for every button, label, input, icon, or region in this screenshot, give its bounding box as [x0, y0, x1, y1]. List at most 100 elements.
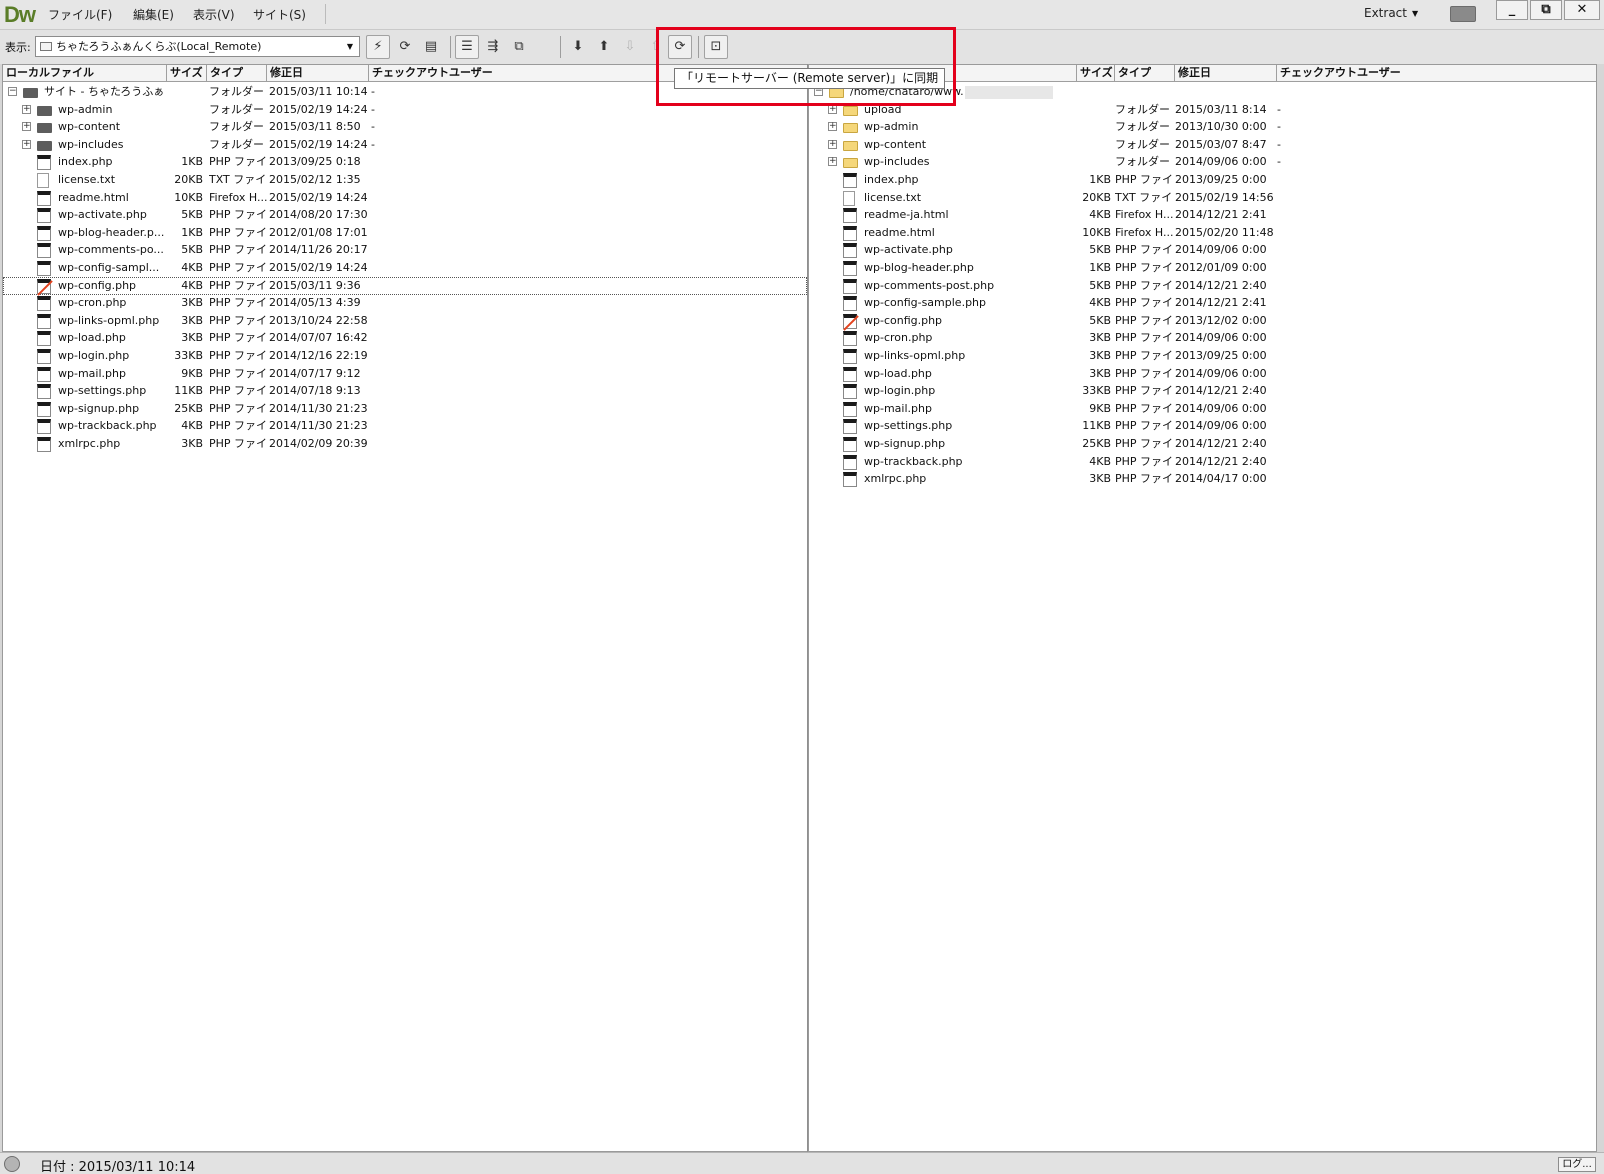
expand-icon[interactable]: + [828, 157, 837, 167]
col-local-files[interactable]: ローカルファイル [3, 65, 167, 82]
file-modified: 2014/12/21 2:40 [1175, 384, 1267, 398]
table-row[interactable]: license.txt 20KB TXT ファイ...2015/02/19 14:5… [809, 189, 1596, 207]
table-row[interactable]: wp-cron.php 3KB PHP ファイ...2014/05/13 4:39 [3, 294, 807, 312]
file-type: PHP ファイ... [209, 155, 267, 169]
file-modified: 2014/07/17 9:12 [269, 366, 361, 380]
file-size: 1KB [181, 155, 203, 169]
file-activity-icon[interactable]: ▤ [420, 35, 442, 59]
table-row[interactable]: wp-config-sample.php 4KB PHP ファイ...2014/12… [809, 294, 1596, 312]
col-size[interactable]: サイズ [1077, 65, 1115, 82]
table-row[interactable]: wp-activate.php 5KB PHP ファイ...2014/09/06 0… [809, 241, 1596, 259]
table-row[interactable]: wp-comments-po... 5KB PHP ファイ...2014/11/26… [3, 241, 807, 259]
col-modified[interactable]: 修正日 [1175, 65, 1277, 82]
file-checkout [371, 189, 431, 207]
table-row[interactable]: wp-settings.php 11KB PHP ファイ...2014/07/18 … [3, 382, 807, 400]
table-row[interactable]: xmlrpc.php 3KB PHP ファイ...2014/04/17 0:00 [809, 470, 1596, 488]
table-row[interactable]: wp-signup.php 25KB PHP ファイ...2014/11/30 21… [3, 400, 807, 418]
table-row[interactable]: wp-trackback.php 4KB PHP ファイ...2014/12/21 … [809, 453, 1596, 471]
table-row[interactable]: wp-links-opml.php 3KB PHP ファイ...2013/10/24… [3, 312, 807, 330]
file-size: 1KB [1089, 261, 1111, 274]
file-checkout [371, 365, 431, 383]
menu-site[interactable]: サイト(S) [253, 6, 306, 23]
table-row[interactable]: wp-comments-post.php 5KB PHP ファイ...2014/12… [809, 277, 1596, 295]
table-row[interactable]: wp-load.php 3KB PHP ファイ...2014/07/07 16:42 [3, 329, 807, 347]
file-size: 5KB [1089, 243, 1111, 257]
file-size [1071, 101, 1111, 119]
table-row[interactable]: + wp-includes フォルダー 2015/02/19 14:24- [3, 136, 807, 154]
table-row[interactable]: wp-signup.php 25KB PHP ファイ...2014/12/21 2:… [809, 435, 1596, 453]
table-row[interactable]: readme.html 10KB Firefox H... 2015/02/20 11… [809, 224, 1596, 242]
file-size: 3KB [181, 313, 203, 327]
table-row[interactable]: + wp-admin フォルダー 2013/10/30 0:00- [809, 118, 1596, 136]
checkout-icon[interactable]: ⇩ [619, 35, 641, 59]
table-row[interactable]: readme-ja.html 4KB Firefox H... 2014/12/21 … [809, 206, 1596, 224]
col-size[interactable]: サイズ [167, 65, 207, 82]
expand-icon[interactable]: + [22, 139, 31, 149]
table-row[interactable]: wp-activate.php 5KB PHP ファイ...2014/08/20 1… [3, 206, 807, 224]
site-select[interactable]: ちゃたろうふぁんくらぶ(Local_Remote) ▼ [35, 36, 360, 57]
file-checkout [371, 347, 431, 365]
file-checkout [371, 382, 431, 400]
workspace-switcher[interactable]: Extract [1364, 6, 1407, 20]
table-row[interactable]: + wp-content フォルダー 2015/03/11 8:50- [3, 118, 807, 136]
php-file-icon [843, 472, 857, 488]
file-checkout: - [371, 102, 375, 116]
table-row[interactable]: wp-config.php 4KB PHP ファイ...2015/03/11 9:3… [3, 276, 807, 295]
file-modified: 2015/03/11 8:14 [1175, 102, 1267, 116]
refresh-icon[interactable]: ⟳ [394, 35, 416, 59]
table-row[interactable]: wp-mail.php 9KB PHP ファイ...2014/09/06 0:00 [809, 400, 1596, 418]
table-row[interactable]: wp-trackback.php 4KB PHP ファイ...2014/11/30 … [3, 417, 807, 435]
table-row[interactable]: wp-settings.php 11KB PHP ファイ...2014/09/06 … [809, 417, 1596, 435]
table-row[interactable]: wp-blog-header.php 1KB PHP ファイ...2012/01/0… [809, 259, 1596, 277]
chevron-down-icon[interactable]: ▼ [1412, 9, 1418, 18]
file-size [165, 83, 203, 101]
repository-icon[interactable]: ⧉ [508, 35, 530, 59]
table-row[interactable]: + wp-content フォルダー 2015/03/07 8:47- [809, 136, 1596, 154]
file-checkout [371, 329, 431, 347]
table-row[interactable]: index.php 1KB PHP ファイ...2013/09/25 0:18 [3, 153, 807, 171]
connect-button[interactable]: ⚡ [366, 35, 390, 59]
table-row[interactable]: license.txt 20KB TXT ファイ...2015/02/12 1:35 [3, 171, 807, 189]
table-row[interactable]: wp-blog-header.p... 1KB PHP ファイ...2012/01/… [3, 224, 807, 242]
close-button[interactable]: ✕ [1564, 0, 1600, 20]
view-list-button[interactable]: ☰ [455, 35, 479, 59]
expand-icon[interactable]: + [828, 122, 837, 132]
minimize-button[interactable]: _ [1496, 0, 1528, 20]
put-up-arrow-icon[interactable]: ⬆ [593, 35, 615, 59]
restore-button[interactable]: ⧉ [1530, 0, 1562, 20]
col-type[interactable]: タイプ [207, 65, 267, 82]
menu-view[interactable]: 表示(V) [193, 6, 235, 23]
table-row[interactable]: wp-mail.php 9KB PHP ファイ...2014/07/17 9:12 [3, 365, 807, 383]
table-row[interactable]: xmlrpc.php 3KB PHP ファイ...2014/02/09 20:39 [3, 435, 807, 453]
file-type: PHP ファイ... [1115, 261, 1173, 274]
file-checkout [1277, 241, 1337, 259]
chevron-down-icon[interactable]: ▼ [347, 37, 353, 56]
menu-file[interactable]: ファイル(F) [48, 6, 112, 23]
table-row[interactable]: readme.html 10KB Firefox H... 2015/02/19 14… [3, 189, 807, 207]
file-modified: 2015/02/19 14:24 [269, 261, 368, 274]
table-row[interactable]: wp-login.php 33KB PHP ファイ...2014/12/16 22:… [3, 347, 807, 365]
sync-settings-icon[interactable] [1450, 6, 1476, 22]
collapse-icon[interactable]: − [8, 87, 17, 96]
file-name: wp-signup.php [58, 401, 140, 415]
col-modified[interactable]: 修正日 [267, 65, 369, 82]
table-row[interactable]: wp-config.php 5KB PHP ファイ...2013/12/02 0:0… [809, 312, 1596, 330]
menu-edit[interactable]: 編集(E) [133, 6, 174, 23]
col-checkout[interactable]: チェックアウトユーザー [1277, 65, 1596, 82]
expand-icon[interactable]: + [22, 122, 31, 132]
table-row[interactable]: + wp-includes フォルダー 2014/09/06 0:00- [809, 153, 1596, 171]
table-row[interactable]: wp-links-opml.php 3KB PHP ファイ...2013/09/25… [809, 347, 1596, 365]
file-size: 4KB [1089, 454, 1111, 468]
table-row[interactable]: index.php 1KB PHP ファイ...2013/09/25 0:00 [809, 171, 1596, 189]
col-type[interactable]: タイプ [1115, 65, 1175, 82]
file-modified: 2014/11/30 21:23 [269, 419, 368, 433]
table-row[interactable]: wp-load.php 3KB PHP ファイ...2014/09/06 0:00 [809, 365, 1596, 383]
table-row[interactable]: wp-login.php 33KB PHP ファイ...2014/12/21 2:4… [809, 382, 1596, 400]
expand-icon[interactable]: + [22, 104, 31, 114]
expand-icon[interactable]: + [828, 139, 837, 149]
log-button[interactable]: ログ... [1558, 1157, 1596, 1172]
get-down-arrow-icon[interactable]: ⬇ [567, 35, 589, 59]
testing-server-icon[interactable]: ⇶ [482, 35, 504, 59]
table-row[interactable]: wp-config-sampl... 4KB PHP ファイ...2015/02/1… [3, 259, 807, 277]
table-row[interactable]: wp-cron.php 3KB PHP ファイ...2014/09/06 0:00 [809, 329, 1596, 347]
